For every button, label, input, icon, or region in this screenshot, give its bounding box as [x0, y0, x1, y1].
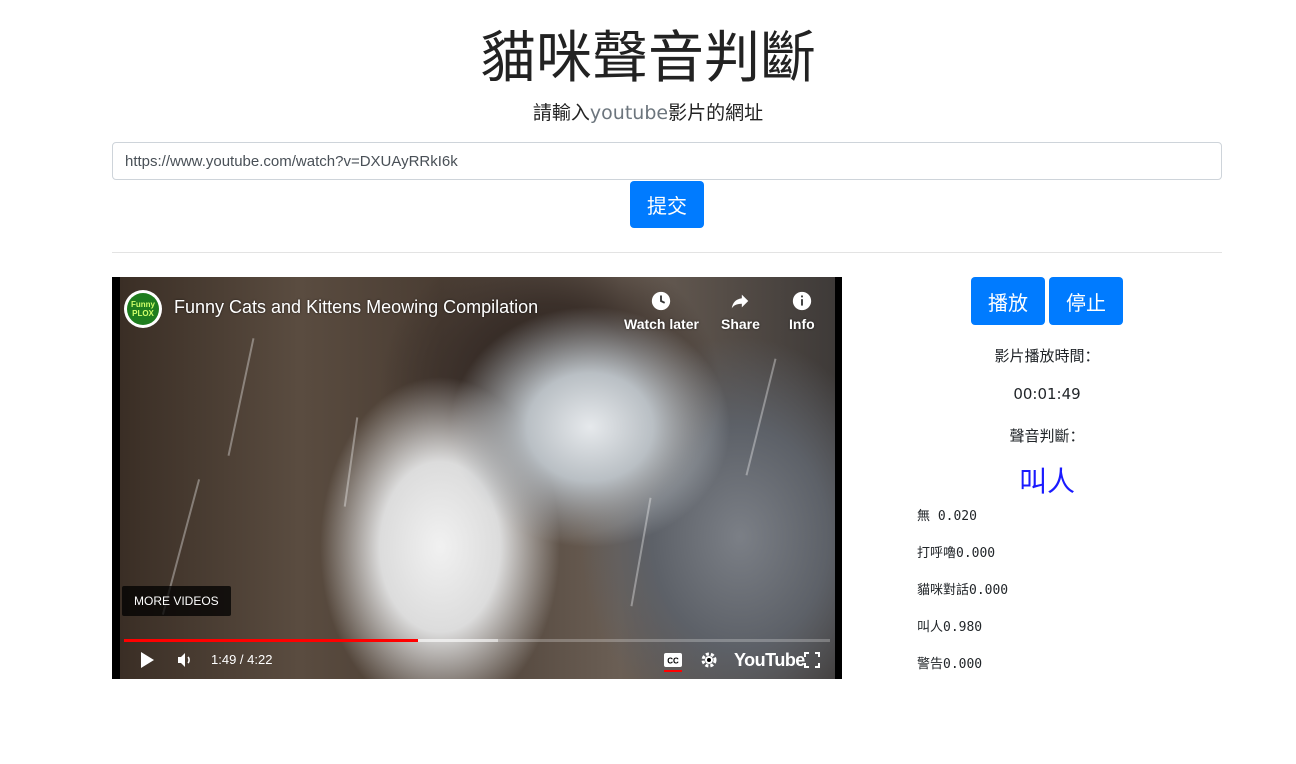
- video-title[interactable]: Funny Cats and Kittens Meowing Compilati…: [174, 297, 538, 318]
- svg-text:CC: CC: [667, 657, 679, 666]
- youtube-player[interactable]: Funny PLOX Funny Cats and Kittens Meowin…: [112, 277, 842, 679]
- submit-button[interactable]: 提交: [630, 181, 704, 228]
- progress-bar[interactable]: [124, 639, 830, 642]
- judgement-result: 叫人: [1018, 465, 1075, 498]
- play-button[interactable]: [136, 649, 158, 671]
- share-label: Share: [721, 316, 760, 332]
- judgement-label: 聲音判斷：: [1009, 427, 1085, 445]
- rain-streak: [745, 358, 777, 476]
- subtitle-suffix: 影片的網址: [668, 102, 764, 124]
- play-icon: [141, 652, 154, 668]
- probability-row: 無 0.020: [917, 509, 977, 524]
- volume-icon: [178, 653, 190, 667]
- progress-played: [124, 639, 419, 642]
- url-input[interactable]: [112, 142, 1222, 180]
- rain-streak: [343, 417, 359, 507]
- stop-button[interactable]: 停止: [1049, 277, 1123, 325]
- clock-icon: [652, 291, 671, 311]
- watch-later-button[interactable]: Watch later: [624, 290, 699, 332]
- channel-avatar[interactable]: Funny PLOX: [124, 290, 162, 328]
- info-button[interactable]: Info: [789, 290, 815, 332]
- probability-row: 警告0.000: [917, 657, 983, 672]
- play-button-main[interactable]: 播放: [971, 277, 1045, 325]
- fullscreen-icon: [804, 652, 820, 668]
- video-frame[interactable]: [120, 277, 835, 679]
- captions-button[interactable]: CC: [662, 649, 684, 671]
- info-label: Info: [789, 316, 815, 332]
- rain-streak: [630, 497, 652, 607]
- page-title: 貓咪聲音判斷: [480, 26, 816, 91]
- page-subtitle: 請輸入youtube影片的網址: [0, 100, 1296, 126]
- section-divider: [112, 252, 1222, 253]
- probability-row: 打呼嚕0.000: [917, 546, 996, 561]
- cc-icon: CC: [664, 653, 682, 667]
- gear-icon: [701, 652, 717, 668]
- volume-button[interactable]: [174, 649, 196, 671]
- share-icon: [732, 294, 749, 309]
- playback-time-value: 00:01:49: [1013, 385, 1081, 403]
- share-button[interactable]: Share: [721, 290, 760, 332]
- playback-time-label: 影片播放時間：: [994, 347, 1100, 365]
- youtube-logo[interactable]: YouTube: [734, 650, 805, 671]
- subtitle-youtube-word: youtube: [589, 102, 669, 124]
- captions-active-indicator: [664, 670, 682, 672]
- probability-row: 貓咪對話0.000: [917, 583, 1009, 598]
- rain-streak: [227, 338, 255, 456]
- channel-logo-text: Funny PLOX: [127, 293, 159, 325]
- probability-row: 叫人0.980: [917, 620, 983, 635]
- watch-later-label: Watch later: [624, 316, 699, 332]
- fullscreen-button[interactable]: [801, 649, 823, 671]
- settings-button[interactable]: [698, 649, 720, 671]
- subtitle-prefix: 請輸入: [532, 102, 590, 124]
- more-videos-button[interactable]: MORE VIDEOS: [122, 586, 231, 616]
- time-display: 1:49 / 4:22: [211, 652, 273, 667]
- info-icon: [792, 291, 811, 311]
